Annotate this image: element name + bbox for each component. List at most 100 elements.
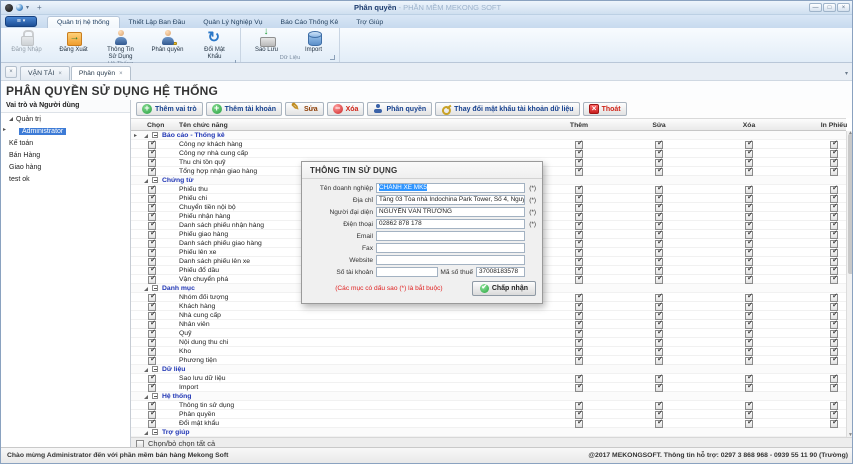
sidebar-item-quan-tri[interactable]: Quản trị	[1, 113, 130, 125]
website-input[interactable]	[376, 255, 525, 265]
ten-doanh-nghiep-input[interactable]: CHÀNH XE MK5	[376, 183, 525, 193]
xoa-checkbox[interactable]	[745, 411, 753, 419]
grid-row-cong-no-nha-cung-cap[interactable]: Công nợ nhà cung cấp	[131, 149, 846, 158]
xoa-checkbox[interactable]	[745, 375, 753, 383]
row-select-checkbox[interactable]	[148, 303, 156, 311]
window-list-icon[interactable]: ▾	[842, 70, 851, 80]
sua-checkbox[interactable]	[655, 411, 663, 419]
xoa-button[interactable]: Xóa	[327, 102, 365, 116]
xoa-checkbox[interactable]	[745, 213, 753, 221]
close-icon[interactable]: ×	[58, 71, 62, 77]
xoa-checkbox[interactable]	[745, 222, 753, 230]
dien-thoai-input[interactable]: 02862 878 178	[376, 219, 525, 229]
in-phieu-checkbox[interactable]	[830, 276, 838, 284]
in-phieu-checkbox[interactable]	[830, 375, 838, 383]
them-checkbox[interactable]	[575, 231, 583, 239]
scrollbar-thumb[interactable]	[848, 134, 853, 274]
document-tab-phan-quyen[interactable]: Phân quyền×	[71, 66, 131, 80]
them-checkbox[interactable]	[575, 402, 583, 410]
sua-checkbox[interactable]	[655, 204, 663, 212]
grid-row-phan-quyen[interactable]: Phân quyền	[131, 410, 846, 419]
in-phieu-checkbox[interactable]	[830, 231, 838, 239]
sua-checkbox[interactable]	[655, 195, 663, 203]
collapse-box-icon[interactable]	[152, 393, 158, 399]
sua-checkbox[interactable]	[655, 339, 663, 347]
row-select-checkbox[interactable]	[148, 258, 156, 266]
collapse-box-icon[interactable]	[152, 366, 158, 372]
xoa-checkbox[interactable]	[745, 258, 753, 266]
collapse-box-icon[interactable]	[152, 177, 158, 183]
row-select-checkbox[interactable]	[148, 240, 156, 248]
in-phieu-checkbox[interactable]	[830, 303, 838, 311]
sidebar-item-test-ok[interactable]: test ok	[1, 173, 130, 185]
sidebar-item-administrator[interactable]: ▸Administrator	[1, 125, 130, 137]
column-header-select[interactable]: Chọn	[147, 122, 164, 129]
sua-checkbox[interactable]	[655, 321, 663, 329]
sua-checkbox[interactable]	[655, 186, 663, 194]
sua-button[interactable]: Sửa	[285, 102, 324, 116]
sua-checkbox[interactable]	[655, 312, 663, 320]
sua-checkbox[interactable]	[655, 357, 663, 365]
orb-icon[interactable]	[16, 4, 23, 11]
row-select-checkbox[interactable]	[148, 411, 156, 419]
collapse-box-icon[interactable]	[152, 429, 158, 435]
xoa-checkbox[interactable]	[745, 348, 753, 356]
dropdown-arrow-icon[interactable]: ▾	[26, 5, 29, 11]
grid-row-sao-luu-du-lieu[interactable]: Sao lưu dữ liệu	[131, 374, 846, 383]
sua-checkbox[interactable]	[655, 159, 663, 167]
them-checkbox[interactable]	[575, 213, 583, 221]
in-phieu-checkbox[interactable]	[830, 222, 838, 230]
row-select-checkbox[interactable]	[148, 294, 156, 302]
in-phieu-checkbox[interactable]	[830, 267, 838, 275]
close-icon[interactable]: ×	[837, 3, 850, 12]
plus-icon[interactable]: +	[37, 4, 42, 12]
in-phieu-checkbox[interactable]	[830, 240, 838, 248]
sua-checkbox[interactable]	[655, 258, 663, 266]
nguoi-dai-dien-input[interactable]: NGUYỄN VĂN TRƯỜNG	[376, 207, 525, 217]
import-button[interactable]: Import	[290, 29, 337, 54]
them-checkbox[interactable]	[575, 204, 583, 212]
xoa-checkbox[interactable]	[745, 141, 753, 149]
sua-checkbox[interactable]	[655, 375, 663, 383]
so-tai-khoan-input[interactable]	[376, 267, 438, 277]
xoa-checkbox[interactable]	[745, 249, 753, 257]
fax-input[interactable]	[376, 243, 525, 253]
sua-checkbox[interactable]	[655, 402, 663, 410]
xoa-checkbox[interactable]	[745, 321, 753, 329]
row-select-checkbox[interactable]	[148, 375, 156, 383]
accept-button[interactable]: Chấp nhận	[472, 281, 536, 296]
column-header-sua[interactable]: Sửa	[619, 122, 699, 129]
row-select-checkbox[interactable]	[148, 267, 156, 275]
column-header-them[interactable]: Thêm	[539, 122, 619, 129]
minimize-icon[interactable]: —	[809, 3, 822, 12]
them-checkbox[interactable]	[575, 312, 583, 320]
row-select-checkbox[interactable]	[148, 348, 156, 356]
grid-row-kho[interactable]: Kho	[131, 347, 846, 356]
sua-checkbox[interactable]	[655, 213, 663, 221]
dialog-launcher-icon[interactable]	[330, 55, 335, 60]
sao-luu-button[interactable]: Sao Lưu	[243, 29, 290, 54]
xoa-checkbox[interactable]	[745, 276, 753, 284]
sua-checkbox[interactable]	[655, 150, 663, 158]
grid-row-thong-tin-su-dung[interactable]: Thông tin sử dụng	[131, 401, 846, 410]
xoa-checkbox[interactable]	[745, 402, 753, 410]
expand-icon[interactable]	[9, 117, 13, 121]
them-checkbox[interactable]	[575, 195, 583, 203]
xoa-checkbox[interactable]	[745, 294, 753, 302]
them-vai-tro-button[interactable]: Thêm vai trò	[136, 102, 203, 116]
sua-checkbox[interactable]	[655, 267, 663, 275]
in-phieu-checkbox[interactable]	[830, 213, 838, 221]
them-checkbox[interactable]	[575, 240, 583, 248]
in-phieu-checkbox[interactable]	[830, 402, 838, 410]
ribbon-tab-quan-ly-nghiep-vu[interactable]: Quản Lý Nghiệp Vụ	[194, 17, 271, 28]
xoa-checkbox[interactable]	[745, 168, 753, 176]
dia-chi-input[interactable]: Tầng 03 Tòa nhà Indochina Park Tower, Số…	[376, 195, 525, 205]
collapse-icon[interactable]	[144, 179, 148, 183]
sua-checkbox[interactable]	[655, 420, 663, 428]
phan-quyen-button[interactable]: Phân quyền	[144, 29, 191, 54]
them-checkbox[interactable]	[575, 141, 583, 149]
them-checkbox[interactable]	[575, 294, 583, 302]
them-checkbox[interactable]	[575, 303, 583, 311]
xoa-checkbox[interactable]	[745, 303, 753, 311]
column-header-xoa[interactable]: Xóa	[709, 122, 789, 129]
